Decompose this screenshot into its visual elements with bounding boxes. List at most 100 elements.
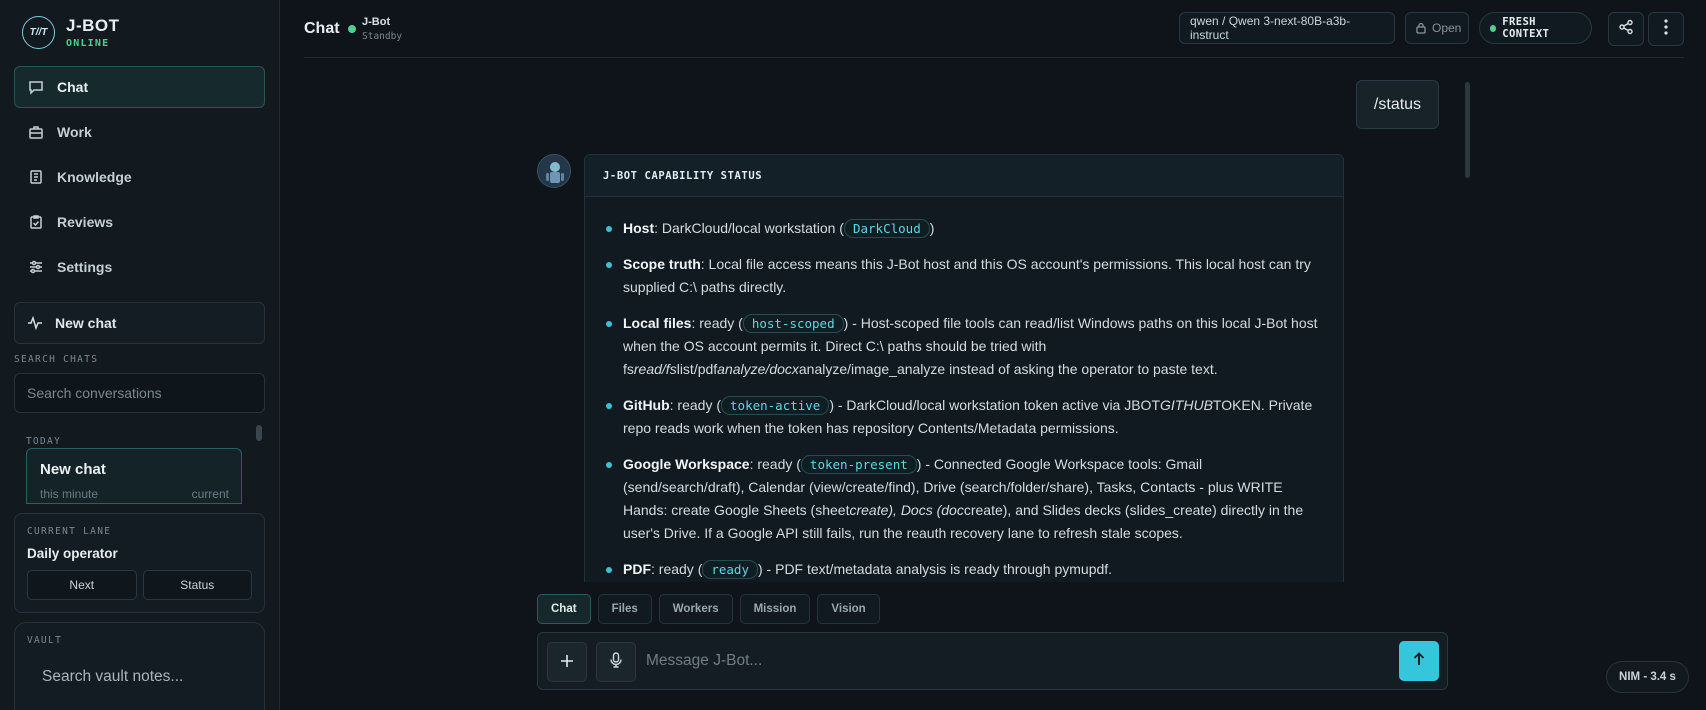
briefcase-icon (27, 123, 45, 141)
sidebar-item-reviews[interactable]: Reviews (14, 201, 265, 243)
sidebar-item-label: Chat (57, 79, 89, 95)
status-code-tag: token-present (800, 455, 917, 474)
sidebar-item-label: Work (57, 124, 92, 140)
tab-chat[interactable]: Chat (537, 594, 591, 624)
tab-vision[interactable]: Vision (817, 594, 880, 624)
bot-name: J-Bot (362, 16, 391, 28)
fresh-context-badge[interactable]: FRESH CONTEXT (1479, 12, 1592, 44)
status-item-text: ) (929, 220, 935, 236)
status-item-text: list/pdf (676, 361, 718, 377)
brand-status: ONLINE (66, 38, 110, 49)
status-item-em: analyze/docx (717, 361, 799, 377)
brand-name: J-BOT (66, 16, 120, 35)
status-item-text: : ready ( (651, 561, 703, 577)
status-item-text: : Local file access means this J-Bot hos… (623, 256, 1311, 295)
main-nav: Chat Work Knowledge Reviews Settings (14, 66, 265, 291)
status-item-text: ) - PDF text/metadata analysis is ready … (758, 561, 1113, 577)
open-button[interactable]: Open (1405, 12, 1469, 44)
message-input[interactable]: Message J-Bot... (646, 652, 762, 670)
chat-history-time: this minute (40, 487, 99, 501)
more-options-button[interactable] (1648, 12, 1684, 46)
status-item-text: : ready ( (749, 456, 801, 472)
sidebar-item-label: Knowledge (57, 169, 132, 185)
tab-mission[interactable]: Mission (739, 594, 811, 624)
history-scrollbar[interactable] (256, 425, 262, 441)
open-label: Open (1432, 21, 1462, 35)
chat-history-item[interactable]: New chat this minute current (26, 448, 242, 504)
status-item-em: read/fs (633, 361, 677, 377)
tab-files[interactable]: Files (597, 594, 652, 624)
sidebar-item-settings[interactable]: Settings (14, 246, 265, 288)
sidebar-item-label: Reviews (57, 214, 114, 230)
status-item-label: Google Workspace (623, 456, 750, 472)
chat-bubble-icon (27, 78, 45, 96)
lane-label: CURRENT LANE (27, 526, 112, 537)
plus-icon (560, 651, 574, 674)
lane-title: Daily operator (27, 546, 118, 561)
model-selector[interactable]: qwen / Qwen 3-next-80B-a3b-instruct (1179, 12, 1395, 44)
lane-next-button[interactable]: Next (27, 570, 137, 600)
sidebar: T//T J-BOT ONLINE Chat Work Knowledge Re… (0, 0, 280, 710)
share-button[interactable] (1608, 12, 1644, 46)
status-code-tag: host-scoped (742, 314, 844, 333)
status-code-tag: token-active (721, 396, 830, 415)
vault-panel: VAULT Search vault notes... (14, 622, 265, 710)
sidebar-item-knowledge[interactable]: Knowledge (14, 156, 265, 198)
status-item-pdf: PDF: ready (ready) - PDF text/metadata a… (605, 558, 1323, 581)
status-item-google-workspace: Google Workspace: ready (token-present) … (605, 453, 1323, 545)
attach-button[interactable] (547, 642, 587, 682)
status-item-em: GITHUB (1160, 397, 1213, 413)
lane-status-button[interactable]: Status (142, 570, 252, 600)
status-item-scope: Scope truth: Local file access means thi… (605, 253, 1323, 299)
bot-state: Standby (362, 31, 403, 42)
pulse-icon (27, 316, 43, 330)
search-chats-label: SEARCH CHATS (14, 354, 99, 365)
clipboard-check-icon (27, 213, 45, 231)
latency-badge: NIM - 3.4 s (1606, 661, 1689, 693)
status-item-local-files: Local files: ready (host-scoped) - Host-… (605, 312, 1323, 381)
status-item-label: Host (623, 220, 655, 236)
brand: T//T J-BOT ONLINE (22, 16, 120, 49)
arrow-up-icon (1413, 651, 1425, 671)
status-item-text: analyze/image_analyze instead of asking … (798, 361, 1218, 377)
status-item-text: : DarkCloud/local workstation ( (654, 220, 844, 236)
new-chat-button[interactable]: New chat (14, 302, 265, 344)
bot-status-dot (348, 25, 356, 33)
status-item-label: PDF (623, 561, 651, 577)
status-item-host: Host: DarkCloud/local workstation (DarkC… (605, 217, 1323, 240)
page-title: Chat (304, 20, 340, 37)
status-item-label: Scope truth (623, 256, 701, 272)
status-item-label: Local files (623, 315, 692, 331)
lock-icon (1416, 22, 1426, 34)
status-item-em: create), Docs (doc (849, 502, 964, 518)
share-icon (1618, 19, 1634, 40)
sidebar-item-label: Settings (57, 259, 113, 275)
status-item-text: : ready ( (691, 315, 743, 331)
chat-history-title: New chat (40, 461, 106, 478)
sidebar-item-work[interactable]: Work (14, 111, 265, 153)
status-item-label: GitHub (623, 397, 670, 413)
context-status-dot (1490, 24, 1497, 32)
more-vertical-icon (1664, 18, 1668, 40)
chat-scrollbar[interactable] (1465, 82, 1470, 178)
current-lane-panel: CURRENT LANE Daily operator Next Status (14, 513, 265, 613)
sliders-icon (27, 258, 45, 276)
status-code-tag: DarkCloud (843, 219, 930, 238)
bot-avatar (537, 154, 571, 188)
tab-workers[interactable]: Workers (658, 594, 733, 624)
mode-tabs: Chat Files Workers Mission Vision (537, 594, 880, 624)
vault-search-input[interactable]: Search vault notes... (42, 668, 183, 686)
context-label: FRESH CONTEXT (1502, 16, 1550, 40)
search-input[interactable]: Search conversations (14, 373, 265, 413)
status-item-text: ) - DarkCloud/local workstation token ac… (829, 397, 1161, 413)
voice-button[interactable] (596, 642, 636, 682)
book-icon (27, 168, 45, 186)
chat-header: Chat J-Bot Standby qwen / Qwen 3-next-80… (304, 12, 1684, 58)
send-button[interactable] (1399, 641, 1439, 681)
message-composer: Message J-Bot... (537, 632, 1448, 690)
chat-history-tag: current (191, 487, 229, 501)
user-message: /status (1356, 80, 1439, 129)
status-item-github: GitHub: ready (token-active) - DarkCloud… (605, 394, 1323, 440)
status-code-tag: ready (702, 560, 758, 579)
sidebar-item-chat[interactable]: Chat (14, 66, 265, 108)
